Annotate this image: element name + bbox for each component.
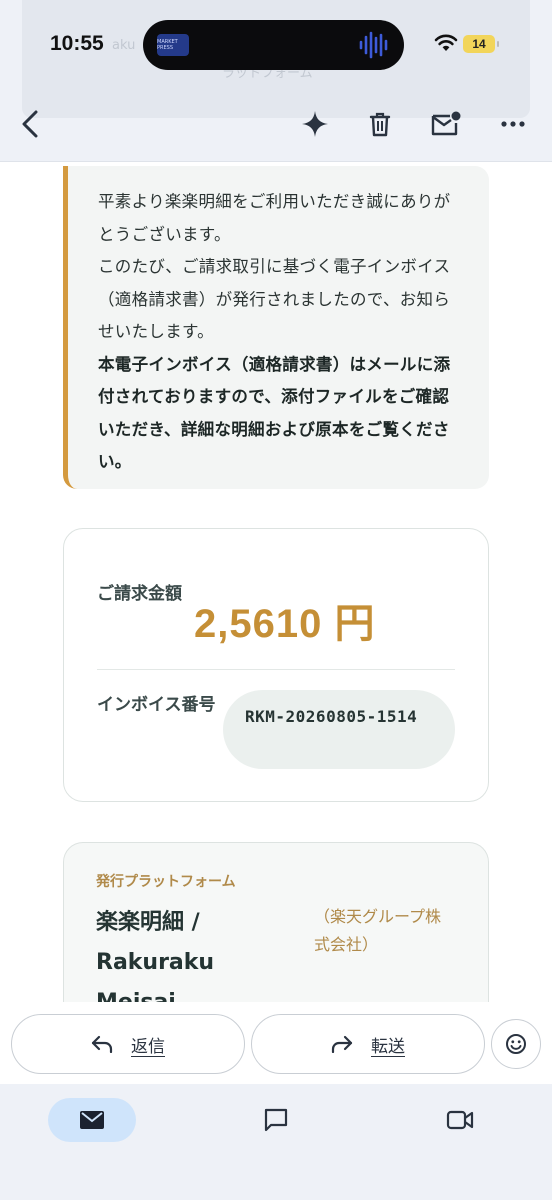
- notice-greeting: 平素より楽楽明細をご利用いただき誠にありがとうございます。: [98, 192, 451, 244]
- reply-bar: 返信 転送: [0, 1002, 552, 1084]
- billing-summary-card: ご請求金額 2,5610 円 インボイス番号 RKM-20260805-1514: [63, 528, 489, 802]
- forward-icon: [331, 1035, 353, 1053]
- nav-meet[interactable]: [438, 1098, 482, 1142]
- notice-issued: このたび、ご請求取引に基づく電子インボイス（適格請求書）が発行されましたので、お…: [98, 257, 451, 341]
- dynamic-island: MARKET PRESS: [143, 20, 404, 70]
- reply-icon: [91, 1035, 113, 1053]
- invoice-number-pill: RKM-20260805-1514: [223, 690, 455, 769]
- nav-chat[interactable]: [254, 1098, 298, 1142]
- notice-attachment: 本電子インボイス（適格請求書）はメールに添付されておりますので、添付ファイルをご…: [98, 354, 451, 472]
- chevron-left-icon: [22, 110, 38, 138]
- emoji-icon: [506, 1034, 526, 1054]
- mail-icon: [80, 1111, 104, 1129]
- island-app-badge: MARKET PRESS: [157, 34, 189, 56]
- audio-wave-icon: [359, 31, 388, 59]
- gemini-button[interactable]: [297, 106, 333, 142]
- platform-company: （楽天グループ株式会社）: [314, 907, 442, 954]
- chat-icon: [264, 1108, 288, 1132]
- emoji-reaction-button[interactable]: [491, 1019, 541, 1069]
- forward-label: 転送: [371, 1036, 405, 1057]
- trash-icon: [369, 112, 391, 137]
- bottom-navigation: [0, 1084, 552, 1200]
- back-button[interactable]: [12, 106, 48, 142]
- forward-button[interactable]: 転送: [251, 1014, 485, 1074]
- mark-unread-button[interactable]: [428, 106, 464, 142]
- delete-button[interactable]: [362, 106, 398, 142]
- sparkle-icon: [302, 111, 328, 137]
- invoice-number: RKM-20260805-1514: [245, 707, 418, 726]
- background-header-text-left: aku: [112, 38, 136, 53]
- nav-mail[interactable]: [48, 1098, 136, 1142]
- battery-indicator: 14: [463, 35, 499, 53]
- divider: [97, 669, 455, 670]
- reply-button[interactable]: 返信: [11, 1014, 245, 1074]
- invoice-number-label: インボイス番号: [97, 695, 216, 715]
- mark-unread-icon: [431, 111, 461, 136]
- platform-label: 発行プラットフォーム: [96, 874, 236, 890]
- video-icon: [446, 1110, 474, 1130]
- invoice-notice-box: 平素より楽楽明細をご利用いただき誠にありがとうございます。 このたび、ご請求取引…: [63, 166, 489, 489]
- amount-value: 2,5610 円: [194, 602, 376, 646]
- top-app-bar: aku ラットフォーム 10:55 MARKET PRESS 14: [0, 0, 552, 162]
- status-time: 10:55: [50, 32, 104, 55]
- reply-label: 返信: [131, 1036, 165, 1057]
- more-options-button[interactable]: [495, 106, 531, 142]
- more-icon: [501, 121, 525, 127]
- amount-label: ご請求金額: [97, 584, 182, 604]
- wifi-icon: [434, 34, 458, 51]
